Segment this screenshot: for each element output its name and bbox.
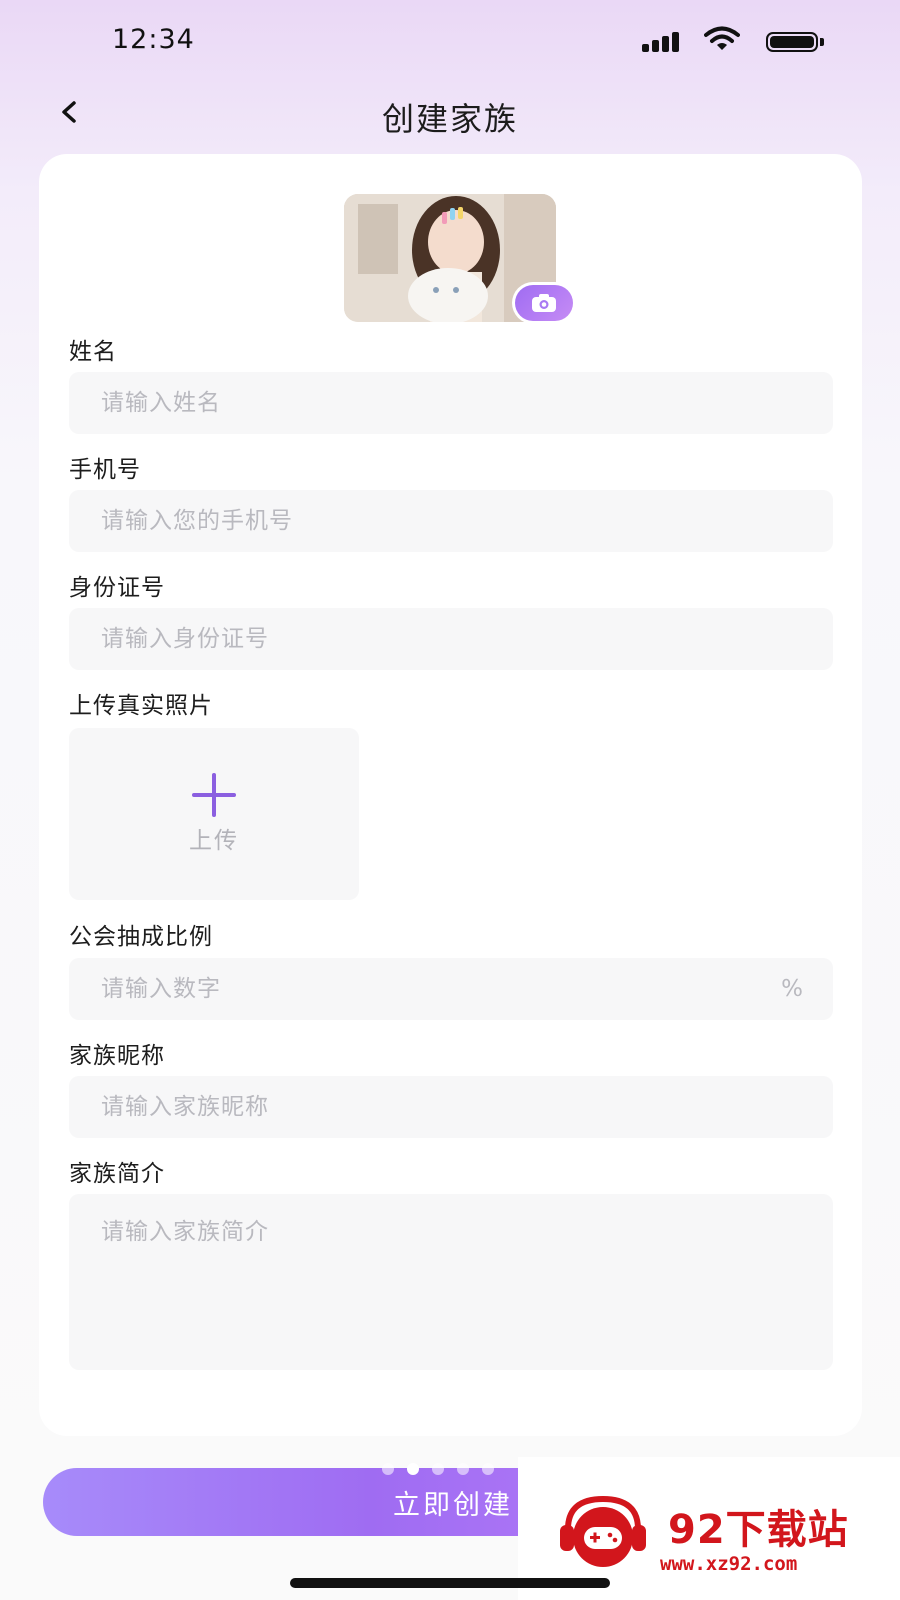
nickname-input[interactable] bbox=[99, 1093, 803, 1121]
nickname-label: 家族昵称 bbox=[69, 1043, 165, 1069]
watermark-url: www.xz92.com bbox=[660, 1553, 798, 1575]
page-dot bbox=[482, 1463, 494, 1475]
home-indicator bbox=[290, 1578, 610, 1588]
page-indicator bbox=[382, 1463, 494, 1475]
id-number-label: 身份证号 bbox=[69, 575, 165, 601]
watermark-title: 92下载站 bbox=[668, 1507, 849, 1553]
commission-input[interactable] bbox=[99, 975, 770, 1003]
page-dot bbox=[457, 1463, 469, 1475]
name-label: 姓名 bbox=[69, 339, 117, 365]
name-field-container bbox=[69, 372, 833, 434]
id-number-field-container bbox=[69, 608, 833, 670]
upload-label: 上传 bbox=[189, 828, 239, 854]
status-bar: 12:34 bbox=[0, 0, 900, 80]
nav-bar: 创建家族 bbox=[0, 80, 900, 150]
page-dot bbox=[382, 1463, 394, 1475]
wifi-icon bbox=[704, 26, 740, 56]
commission-label: 公会抽成比例 bbox=[69, 924, 213, 950]
commission-field-container: % bbox=[69, 958, 833, 1020]
page-dot-active bbox=[407, 1463, 419, 1475]
phone-label: 手机号 bbox=[69, 457, 141, 483]
gamepad-logo-icon bbox=[558, 1493, 648, 1573]
intro-textarea[interactable] bbox=[99, 1210, 803, 1364]
percent-suffix: % bbox=[781, 976, 803, 1002]
page-title: 创建家族 bbox=[381, 100, 518, 138]
intro-label: 家族简介 bbox=[69, 1161, 165, 1187]
avatar-section bbox=[344, 194, 576, 324]
upload-photo-button[interactable]: 上传 bbox=[69, 728, 359, 900]
camera-icon bbox=[532, 294, 556, 312]
form-card: 姓名 手机号 身份证号 上传真实照片 上传 公会抽成比例 % 家族昵称 家族简介 bbox=[39, 154, 862, 1436]
cellular-signal-icon bbox=[642, 30, 688, 52]
change-avatar-button[interactable] bbox=[512, 282, 576, 324]
intro-field-container bbox=[69, 1194, 833, 1370]
status-time: 12:34 bbox=[112, 24, 195, 55]
battery-icon bbox=[766, 32, 824, 54]
plus-icon bbox=[192, 773, 236, 817]
phone-input[interactable] bbox=[99, 507, 803, 535]
photo-label: 上传真实照片 bbox=[69, 693, 213, 719]
nickname-field-container bbox=[69, 1076, 833, 1138]
name-input[interactable] bbox=[99, 389, 803, 417]
create-button-label: 立即创建 bbox=[393, 1489, 513, 1521]
page-dot bbox=[432, 1463, 444, 1475]
phone-field-container bbox=[69, 490, 833, 552]
id-number-input[interactable] bbox=[99, 625, 803, 653]
